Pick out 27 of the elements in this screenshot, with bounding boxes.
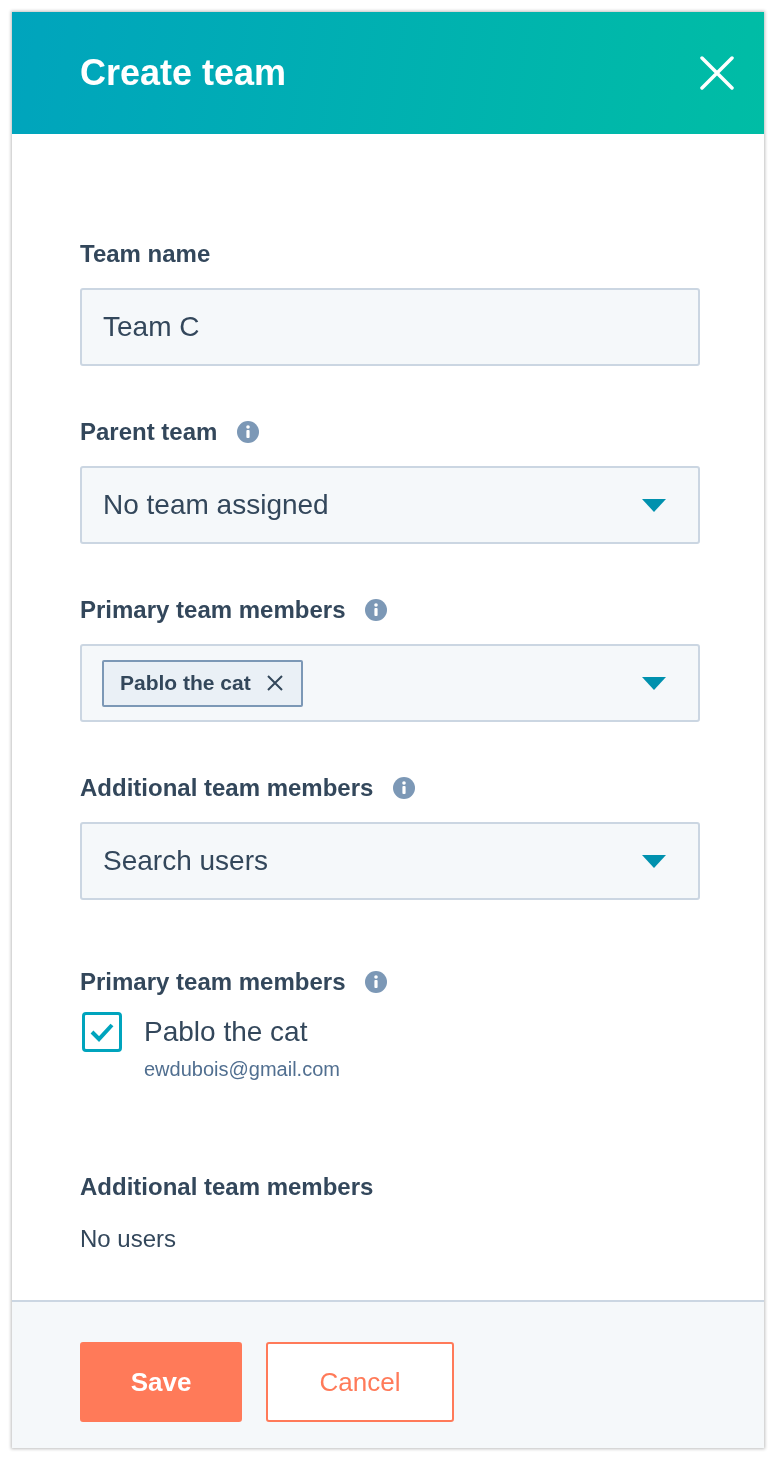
caret-icon — [642, 676, 666, 690]
member-email: ewdubois@gmail.com — [144, 1058, 340, 1081]
select-field[interactable]: Search users — [80, 822, 700, 900]
multi-select-field[interactable]: Pablo the cat — [80, 644, 700, 722]
close-button[interactable] — [700, 56, 734, 90]
close-icon — [700, 56, 734, 90]
field-label: Team name — [80, 240, 211, 268]
field-label: Primary team members — [80, 596, 346, 624]
member-name: Pablo the cat — [144, 1015, 309, 1049]
field-label: Parent team — [80, 418, 218, 446]
checkbox[interactable] — [82, 1012, 122, 1052]
empty-message: No users — [80, 1225, 178, 1253]
info-icon[interactable] — [365, 599, 388, 621]
team-name-field[interactable]: Team C — [80, 288, 700, 366]
section-title: Primary team members — [80, 968, 346, 996]
info-icon[interactable] — [365, 971, 388, 993]
checkmark-icon — [89, 1022, 115, 1042]
select-field[interactable]: No team assigned — [80, 466, 700, 544]
modal-title: Create team — [80, 52, 287, 94]
info-icon[interactable] — [237, 421, 260, 443]
field-label: Additional team members — [80, 774, 374, 802]
info-icon[interactable] — [393, 777, 416, 799]
section-title: Additional team members — [80, 1173, 375, 1201]
tag-label: Pablo the cat — [120, 671, 251, 695]
caret-icon — [642, 854, 666, 868]
remove-icon[interactable] — [266, 675, 283, 691]
caret-icon — [642, 498, 666, 512]
